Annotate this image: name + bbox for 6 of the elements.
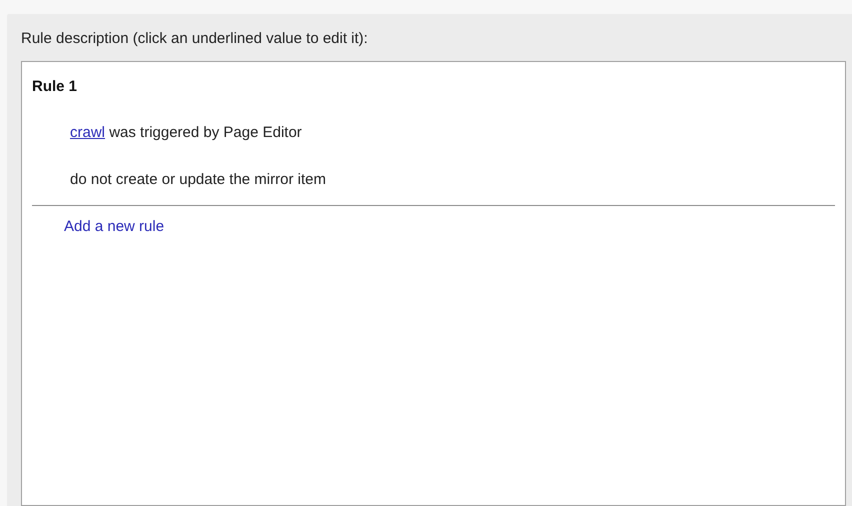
panel-label: Rule description (click an underlined value to edit it): [21, 29, 368, 49]
rule-title: Rule 1 [32, 76, 78, 96]
value-link[interactable]: crawl [70, 124, 106, 141]
rule-condition: crawl was triggered by Page Editor [70, 123, 302, 143]
add-rule-link[interactable]: Add a new rule [64, 216, 164, 238]
rule-action: do not create or update the mirror item [70, 170, 326, 190]
